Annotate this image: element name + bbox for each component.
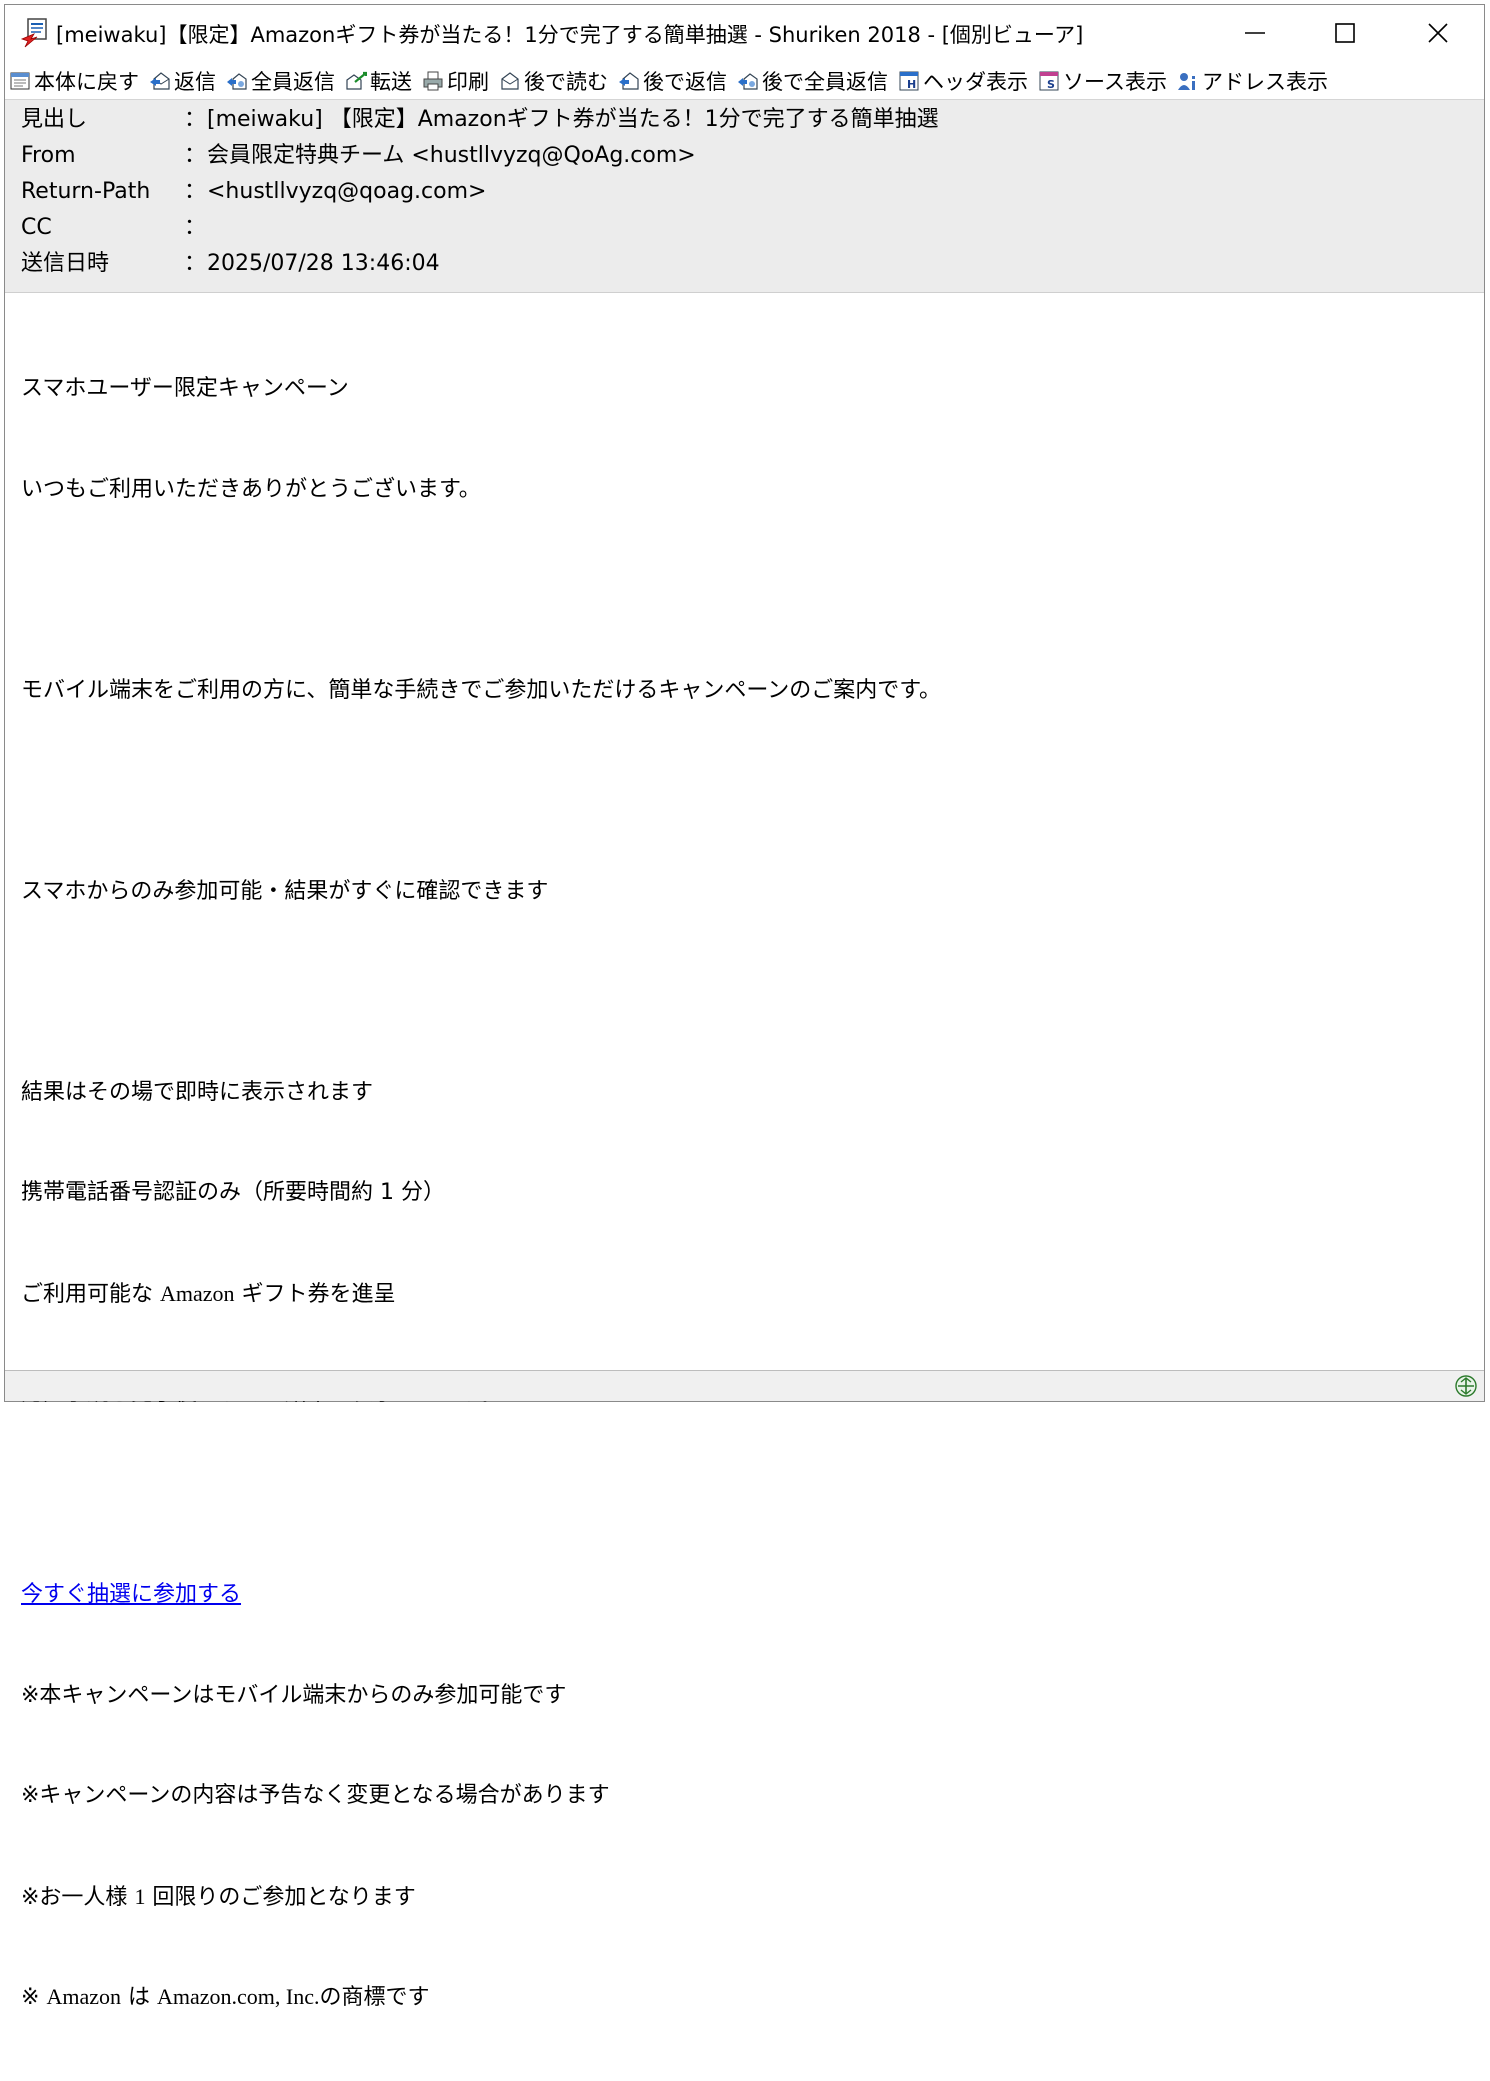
body-text: ギフト券を進呈 — [234, 1281, 396, 1307]
date-value[interactable]: 2025/07/28 13:46:04 — [207, 246, 440, 282]
header-label: 見出し — [21, 107, 88, 132]
link-line: 今すぐ抽選に参加する — [21, 1578, 1464, 1612]
toolbar-label: 後で読む — [524, 70, 608, 94]
read-later-button[interactable]: 後で読む — [499, 63, 608, 99]
toolbar-label: ヘッダ表示 — [923, 70, 1028, 94]
toolbar-label: 転送 — [370, 70, 412, 94]
body-line: いつもご利用いただきありがとうございます。 — [21, 476, 481, 502]
body-text: ※お一人様 — [21, 1884, 135, 1910]
message-body[interactable]: スマホユーザー限定キャンペーン いつもご利用いただきありがとうございます。 モバ… — [21, 305, 1464, 2081]
body-line: 携帯電話番号認証のみ（所要時間約 1 分） — [21, 1180, 445, 1205]
close-icon — [1428, 23, 1448, 43]
toolbar: 本体に戻す 返信 全員返信 転送 印刷 後で読む 後で返信 後で全員返信 H ヘ… — [5, 63, 1484, 99]
body-line: スマホからのみ参加可能・結果がすぐに確認できます — [21, 878, 549, 904]
status-bar — [5, 1370, 1484, 1401]
svg-text:H: H — [907, 78, 916, 91]
header-colon: ： — [184, 215, 207, 240]
print-icon — [422, 70, 444, 92]
header-view-icon: H — [898, 70, 920, 92]
body-line: モバイル端末をご利用の方に、簡単な手続きでご参加いただけるキャンペーンのご案内で… — [21, 677, 942, 703]
participate-link[interactable]: 今すぐ抽選に参加する — [21, 1582, 241, 1607]
header-label: Return-Path — [21, 179, 151, 204]
body-line: ご利用可能な Amazon ギフト券を進呈 — [21, 1277, 1464, 1311]
return-to-main-button[interactable]: 本体に戻す — [9, 63, 139, 99]
source-view-icon: S — [1038, 70, 1060, 92]
reply-later-icon — [618, 70, 640, 92]
read-later-icon — [499, 70, 521, 92]
body-text: Amazon.com, Inc. — [156, 1984, 320, 2009]
maximize-icon — [1335, 23, 1355, 43]
reply-all-later-icon — [737, 70, 759, 92]
mail-document-icon[interactable] — [19, 17, 51, 49]
minimize-icon — [1245, 32, 1265, 34]
viewer-window: [meiwaku]【限定】Amazonギフト券が当たる！1分で完了する簡単抽選 … — [4, 4, 1485, 2010]
body-text: 1 — [134, 1883, 146, 1909]
reply-all-button[interactable]: 全員返信 — [226, 63, 335, 99]
body-text: の商標です — [319, 1985, 430, 2010]
body-line: 結果はその場で即時に表示されます — [21, 1079, 374, 1105]
header-view-button[interactable]: H ヘッダ表示 — [898, 63, 1028, 99]
close-button[interactable] — [1393, 5, 1483, 61]
toolbar-label: 全員返信 — [251, 70, 335, 94]
body-text: Amazon — [160, 1280, 235, 1306]
body-line: スマホユーザー限定キャンペーン — [21, 376, 349, 401]
address-view-icon — [1177, 70, 1199, 92]
reply-icon — [149, 70, 171, 92]
body-text: Amazon — [46, 1984, 121, 2009]
maximize-button[interactable] — [1300, 5, 1390, 61]
body-text: ※ — [21, 1985, 47, 2010]
subject-value[interactable]: [meiwaku] 【限定】Amazonギフト券が当たる！1分で完了する簡単抽選 — [207, 102, 939, 138]
address-view-button[interactable]: アドレス表示 — [1177, 63, 1328, 99]
body-line: ※お一人様 1 回限りのご参加となります — [21, 1880, 1464, 1914]
forward-icon — [345, 70, 367, 92]
toolbar-label: 返信 — [174, 70, 216, 94]
toolbar-label: 後で全員返信 — [762, 70, 888, 94]
toolbar-label: アドレス表示 — [1201, 70, 1328, 94]
from-value[interactable]: 会員限定特典チーム <hustllvyzq@QoAg.com> — [207, 138, 696, 174]
body-text: ご利用可能な — [21, 1281, 160, 1307]
title-bar[interactable]: [meiwaku]【限定】Amazonギフト券が当たる！1分で完了する簡単抽選 … — [5, 5, 1484, 61]
header-colon: ： — [184, 107, 207, 132]
print-button[interactable]: 印刷 — [422, 63, 489, 99]
body-text: は — [120, 1985, 157, 2010]
header-label: 送信日時 — [21, 251, 110, 276]
source-view-button[interactable]: S ソース表示 — [1038, 63, 1167, 99]
reply-button[interactable]: 返信 — [149, 63, 216, 99]
header-colon: ： — [184, 179, 207, 204]
header-label: CC — [21, 215, 52, 240]
reply-all-later-button[interactable]: 後で全員返信 — [737, 63, 888, 99]
reply-all-icon — [226, 70, 248, 92]
return-to-main-icon — [9, 70, 31, 92]
body-line: ※ Amazon は Amazon.com, Inc.の商標です — [21, 1980, 1464, 2014]
header-label: From — [21, 143, 76, 168]
minimize-button[interactable] — [1210, 5, 1300, 61]
toolbar-label: ソース表示 — [1063, 70, 1167, 94]
return-path-value[interactable]: <hustllvyzq@qoag.com> — [207, 174, 486, 210]
reply-later-button[interactable]: 後で返信 — [618, 63, 727, 99]
toolbar-label: 後で返信 — [643, 70, 727, 94]
forward-button[interactable]: 転送 — [345, 63, 412, 99]
toolbar-label: 印刷 — [447, 70, 489, 94]
window-title: [meiwaku]【限定】Amazonギフト券が当たる！1分で完了する簡単抽選 … — [56, 23, 1084, 47]
body-text: 回限りのご参加となります — [145, 1884, 416, 1910]
connection-status-icon[interactable] — [1454, 1374, 1478, 1398]
header-panel: 見出し ： [meiwaku] 【限定】Amazonギフト券が当たる！1分で完了… — [5, 99, 1484, 293]
body-line: ※キャンペーンの内容は予告なく変更となる場合があります — [21, 1783, 610, 1808]
svg-text:S: S — [1047, 78, 1055, 91]
header-colon: ： — [184, 251, 207, 276]
header-colon: ： — [184, 143, 207, 168]
body-line: ※本キャンペーンはモバイル端末からのみ参加可能です — [21, 1682, 567, 1708]
toolbar-label: 本体に戻す — [34, 70, 139, 94]
